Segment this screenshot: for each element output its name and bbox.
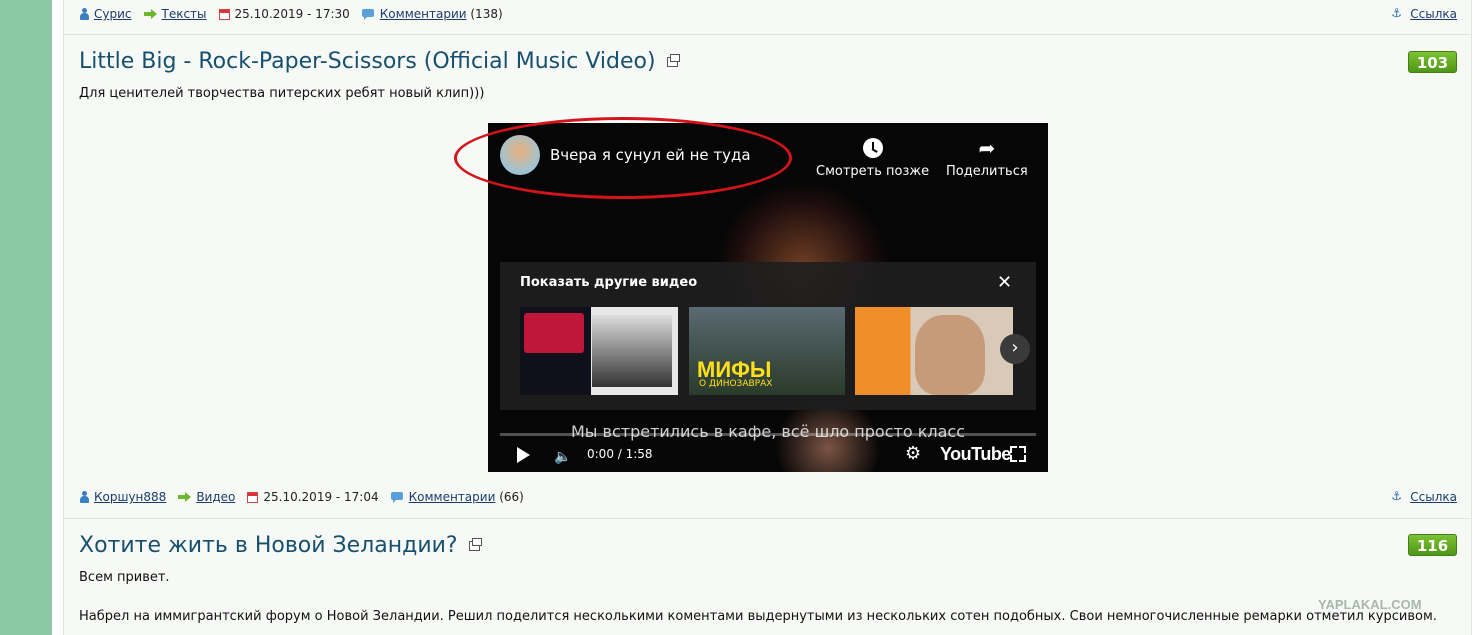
permalink: Ссылка bbox=[1391, 489, 1457, 504]
share-icon: ➦ bbox=[978, 136, 996, 160]
user-icon bbox=[80, 8, 89, 20]
video-time: 0:00 / 1:58 bbox=[587, 447, 653, 461]
video-subtitle: Мы встретились в кафе, всё шло просто кл… bbox=[571, 422, 965, 441]
play-icon[interactable] bbox=[517, 447, 530, 463]
category-link[interactable]: Тексты bbox=[162, 7, 207, 21]
more-videos-panel: Показать другие видео ✕ МИФЫ О ДИНОЗАВРА… bbox=[500, 262, 1036, 410]
left-sidebar-stripe bbox=[0, 0, 52, 635]
comment-icon bbox=[390, 491, 404, 503]
fullscreen-icon[interactable] bbox=[1010, 446, 1026, 462]
post-title: Хотите жить в Новой Зеландии? bbox=[79, 533, 482, 558]
permalink-link[interactable]: Ссылка bbox=[1410, 7, 1457, 21]
arrow-right-icon bbox=[143, 9, 157, 19]
permalink-link[interactable]: Ссылка bbox=[1410, 490, 1457, 504]
comment-icon bbox=[361, 8, 375, 20]
user-icon bbox=[80, 491, 89, 503]
arrow-right-icon bbox=[178, 492, 192, 502]
clock-icon bbox=[862, 138, 883, 158]
video-thumbnail[interactable] bbox=[520, 307, 678, 395]
panel-title: Показать другие видео bbox=[520, 275, 698, 290]
divider bbox=[64, 34, 1470, 35]
external-window-icon[interactable] bbox=[468, 537, 482, 551]
share-button[interactable]: ➦ Поделиться bbox=[946, 138, 1028, 179]
post-text: Набрел на иммигрантский форум о Новой Зе… bbox=[79, 609, 1437, 624]
video-thumbnail[interactable]: МИФЫ О ДИНОЗАВРАХ bbox=[689, 307, 845, 395]
highlight-ellipse bbox=[454, 117, 792, 199]
post-title: Little Big - Rock-Paper-Scissors (Offici… bbox=[79, 49, 680, 74]
watch-later-button[interactable]: Смотреть позже bbox=[816, 138, 929, 179]
youtube-logo[interactable]: YouTube bbox=[940, 444, 1011, 465]
author-link[interactable]: Коршун888 bbox=[94, 490, 166, 504]
permalink: Ссылка bbox=[1391, 6, 1457, 21]
post-date: 25.10.2019 - 17:04 bbox=[263, 490, 379, 504]
comments-link[interactable]: Комментарии bbox=[380, 7, 467, 21]
calendar-icon bbox=[247, 491, 259, 503]
post-text: Для ценителей творчества питерских ребят… bbox=[79, 86, 485, 101]
comments-link[interactable]: Комментарии bbox=[409, 490, 496, 504]
author-link[interactable]: Сурис bbox=[94, 7, 132, 21]
next-arrow-icon[interactable]: › bbox=[1000, 334, 1030, 364]
divider bbox=[64, 518, 1470, 519]
volume-icon[interactable]: 🔈 bbox=[554, 449, 571, 465]
post-title-link[interactable]: Хотите жить в Новой Зеландии? bbox=[79, 533, 458, 558]
comments-count: (138) bbox=[470, 7, 503, 21]
anchor-icon bbox=[1391, 6, 1402, 20]
rating-badge[interactable]: 116 bbox=[1408, 534, 1457, 556]
post-date: 25.10.2019 - 17:30 bbox=[234, 7, 350, 21]
post-text: Всем привет. bbox=[79, 570, 170, 585]
rating-badge[interactable]: 103 bbox=[1408, 51, 1457, 73]
comments-count: (66) bbox=[499, 490, 524, 504]
external-window-icon[interactable] bbox=[666, 53, 680, 67]
progress-bar[interactable] bbox=[500, 433, 1036, 436]
post-meta-row: Коршун888 Видео 25.10.2019 - 17:04 Комме… bbox=[80, 490, 536, 504]
post-meta-row: Сурис Тексты 25.10.2019 - 17:30 Коммента… bbox=[80, 7, 515, 21]
site-watermark: YAPLAKAL.COM bbox=[1318, 597, 1422, 612]
category-link[interactable]: Видео bbox=[196, 490, 235, 504]
close-icon[interactable]: ✕ bbox=[997, 272, 1012, 293]
anchor-icon bbox=[1391, 489, 1402, 503]
post-title-link[interactable]: Little Big - Rock-Paper-Scissors (Offici… bbox=[79, 49, 656, 74]
video-thumbnail[interactable] bbox=[855, 307, 1013, 395]
gear-icon[interactable]: ⚙ bbox=[905, 443, 921, 464]
calendar-icon bbox=[218, 8, 230, 20]
